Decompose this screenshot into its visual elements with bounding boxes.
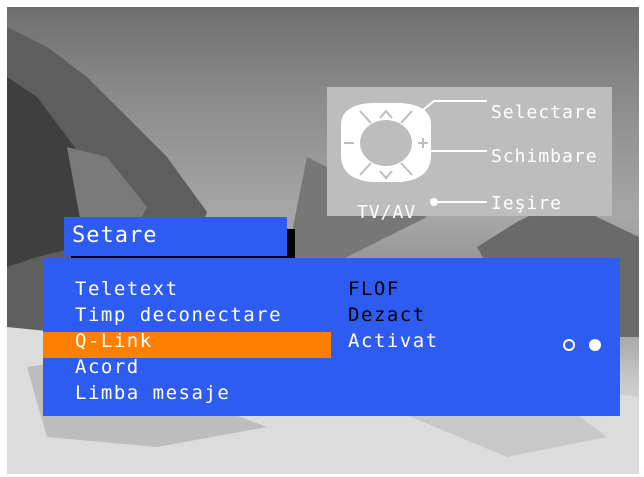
navigation-help-panel: Selectare Schimbare Ieşire TV/AV — [327, 87, 612, 223]
help-change-label: Schimbare — [491, 146, 598, 167]
menu-title: Setare — [72, 223, 158, 248]
menu-item-acord[interactable]: Acord — [75, 356, 140, 378]
menu-title-box: Setare — [64, 217, 287, 256]
option-indicator-filled-icon — [589, 339, 601, 351]
timer-value: Dezact — [348, 304, 426, 326]
q-link-value[interactable]: Activat — [348, 330, 439, 352]
option-indicator-empty-icon — [563, 339, 575, 351]
menu-item-teletext[interactable]: Teletext — [75, 278, 179, 300]
teletext-value: FLOF — [348, 278, 400, 300]
menu-item-timp-deconectare[interactable]: Timp deconectare — [75, 304, 282, 326]
tv-screen: Selectare Schimbare Ieşire TV/AV Setare … — [7, 7, 639, 474]
settings-menu-panel: Teletext Timp deconectare Q-Link Acord L… — [43, 258, 620, 416]
help-exit-label: Ieşire — [491, 193, 563, 214]
menu-item-limba-mesaje[interactable]: Limba mesaje — [75, 382, 230, 404]
tv-av-label: TV/AV — [357, 202, 417, 223]
help-select-label: Selectare — [491, 102, 598, 123]
menu-item-q-link[interactable]: Q-Link — [75, 330, 153, 352]
